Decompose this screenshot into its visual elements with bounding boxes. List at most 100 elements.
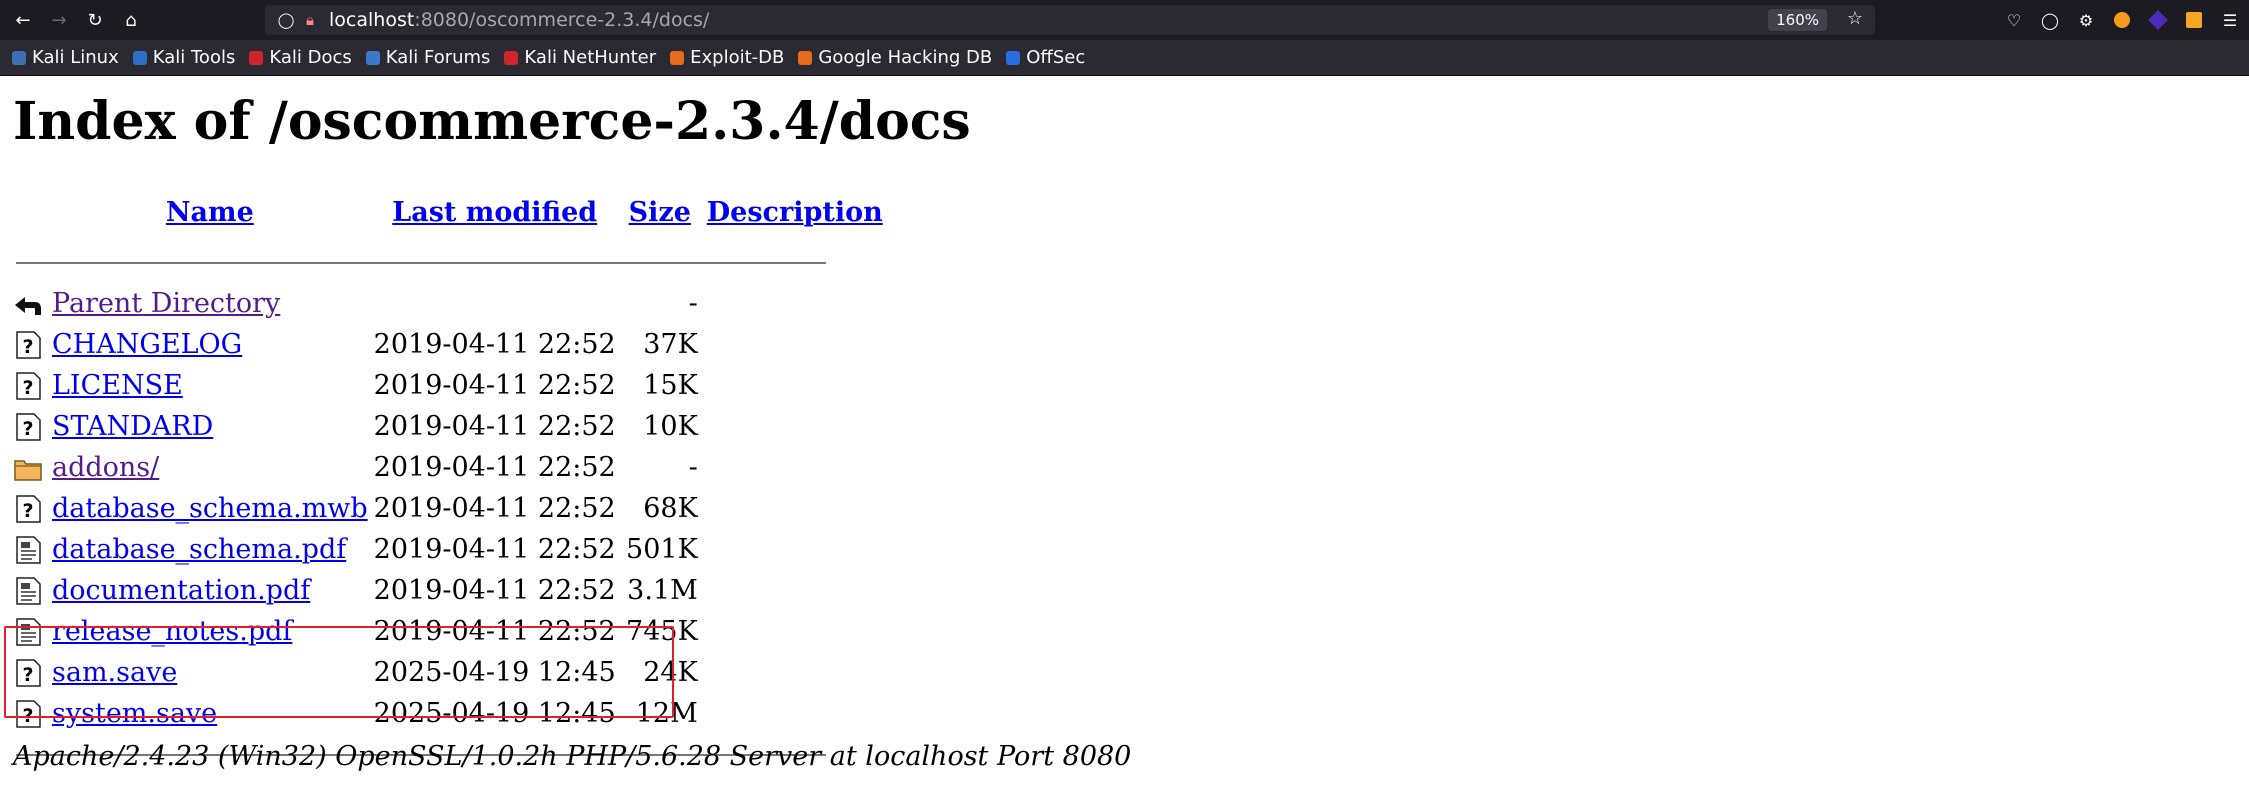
file-link[interactable]: Parent Directory [52, 288, 280, 319]
bookmark-label: Exploit-DB [690, 47, 785, 68]
unknown-file-icon: ? [13, 412, 43, 442]
file-link[interactable]: CHANGELOG [52, 329, 242, 360]
row-description-cell [701, 652, 889, 693]
reload-icon[interactable]: ↻ [80, 5, 110, 35]
url-text[interactable]: localhost:8080/oscommerce-2.3.4/docs/ [329, 9, 709, 31]
extension-purple-icon[interactable] [2147, 9, 2169, 31]
bookmark-star-icon[interactable]: ☆ [1847, 8, 1863, 29]
document-layout-icon [13, 576, 43, 606]
row-name-cell: database_schema.pdf [49, 529, 371, 570]
file-link[interactable]: database_schema.mwb [52, 493, 368, 524]
extensions-icon[interactable]: ⚙ [2075, 9, 2097, 31]
bookmark-offsec[interactable]: OffSec [1006, 47, 1085, 68]
table-row: ? database_schema.mwb 2019-04-11 22:52 68K [13, 488, 889, 529]
sort-by-size-link[interactable]: Size [629, 197, 691, 228]
file-link[interactable]: system.save [52, 698, 217, 729]
row-size-cell: 10K [643, 411, 698, 442]
row-name-cell: sam.save [49, 652, 371, 693]
tracking-shield-icon[interactable]: ◯ [275, 11, 297, 29]
bookmark-kali-tools[interactable]: Kali Tools [132, 47, 235, 68]
bookmark-favicon-icon [670, 50, 685, 65]
bookmark-label: Kali Forums [385, 47, 491, 68]
row-description-cell [701, 570, 889, 611]
url-bar[interactable]: ◯ 🔒︎ localhost:8080/oscommerce-2.3.4/doc… [265, 5, 1875, 35]
bookmark-favicon-icon [249, 50, 264, 65]
row-name-cell: Parent Directory [49, 283, 371, 324]
file-link[interactable]: release_notes.pdf [52, 616, 292, 647]
svg-text:?: ? [22, 377, 33, 399]
zoom-level-badge[interactable]: 160% [1768, 9, 1827, 31]
page-content: Index of /oscommerce-2.3.4/docs Name Las… [0, 77, 2249, 797]
bookmark-favicon-icon [798, 50, 813, 65]
header-size: Size [619, 182, 701, 242]
file-link[interactable]: STANDARD [52, 411, 213, 442]
divider-line [16, 261, 826, 264]
bookmark-kali-docs[interactable]: Kali Docs [249, 47, 352, 68]
row-name-cell: database_schema.mwb [49, 488, 371, 529]
row-size-cell: 24K [643, 657, 698, 688]
file-link[interactable]: addons/ [52, 452, 159, 483]
row-modified-cell [371, 283, 619, 324]
table-row: documentation.pdf 2019-04-11 22:52 3.1M [13, 570, 889, 611]
forward-arrow-icon[interactable]: → [44, 5, 74, 35]
row-description-cell [701, 693, 889, 734]
sort-by-description-link[interactable]: Description [707, 197, 883, 228]
row-size-cell: 501K [626, 534, 698, 565]
table-row: Parent Directory - [13, 283, 889, 324]
page-title: Index of /oscommerce-2.3.4/docs [13, 91, 971, 152]
server-signature: Apache/2.4.23 (Win32) OpenSSL/1.0.2h PHP… [13, 741, 1132, 772]
bookmark-google-hacking-db[interactable]: Google Hacking DB [798, 47, 992, 68]
row-modified-cell: 2025-04-19 12:45 [373, 698, 616, 729]
row-description-cell [701, 406, 889, 447]
toolbar-right-icons: ♡ ◯ ⚙ ☰ [2003, 5, 2241, 35]
row-name-cell: documentation.pdf [49, 570, 371, 611]
row-modified-cell: 2019-04-11 22:52 [373, 493, 616, 524]
row-size-cell: 68K [643, 493, 698, 524]
browser-toolbar: ← → ↻ ⌂ ◯ 🔒︎ localhost:8080/oscommerce-2… [0, 0, 2249, 40]
home-icon[interactable]: ⌂ [116, 5, 146, 35]
account-icon[interactable]: ◯ [2039, 9, 2061, 31]
menu-icon[interactable]: ☰ [2219, 9, 2241, 31]
pocket-icon[interactable]: ♡ [2003, 9, 2025, 31]
document-layout-icon [13, 617, 43, 647]
unknown-file-icon: ? [13, 658, 43, 688]
foxyproxy-icon[interactable] [2111, 9, 2133, 31]
bookmark-kali-linux[interactable]: Kali Linux [12, 47, 119, 68]
svg-text:?: ? [22, 336, 33, 358]
file-link[interactable]: database_schema.pdf [52, 534, 346, 565]
sort-by-modified-link[interactable]: Last modified [392, 197, 597, 228]
bookmark-favicon-icon [365, 50, 380, 65]
bookmark-kali-nethunter[interactable]: Kali NetHunter [504, 47, 656, 68]
bookmark-kali-forums[interactable]: Kali Forums [365, 47, 491, 68]
row-icon-cell [13, 570, 49, 611]
header-description: Description [701, 182, 889, 242]
row-name-cell: system.save [49, 693, 371, 734]
bookmark-label: Kali Linux [32, 47, 119, 68]
row-name-cell: STANDARD [49, 406, 371, 447]
table-header-row: Name Last modified Size Description [13, 182, 889, 242]
bookmark-exploit-db[interactable]: Exploit-DB [670, 47, 784, 68]
extension-orange-icon[interactable] [2183, 9, 2205, 31]
back-arrow-icon[interactable]: ← [8, 5, 38, 35]
lock-icon[interactable]: 🔒︎ [299, 11, 321, 29]
row-modified-cell: 2019-04-11 22:52 [373, 534, 616, 565]
row-modified-cell: 2019-04-11 22:52 [373, 329, 616, 360]
svg-text:?: ? [22, 705, 33, 727]
bookmark-label: OffSec [1026, 47, 1086, 68]
file-link[interactable]: documentation.pdf [52, 575, 310, 606]
row-modified-cell: 2019-04-11 22:52 [373, 370, 616, 401]
svg-text:?: ? [22, 664, 33, 686]
directory-listing-table: Name Last modified Size Description Pare… [13, 182, 889, 775]
unknown-file-icon: ? [13, 494, 43, 524]
file-link[interactable]: sam.save [52, 657, 177, 688]
row-modified-cell: 2019-04-11 22:52 [373, 411, 616, 442]
header-divider [13, 242, 889, 283]
sort-by-name-link[interactable]: Name [166, 197, 254, 228]
row-size-cell: 15K [643, 370, 698, 401]
table-row: addons/2019-04-11 22:52 - [13, 447, 889, 488]
bookmark-label: Google Hacking DB [818, 47, 993, 68]
file-link[interactable]: LICENSE [52, 370, 183, 401]
row-icon-cell: ? [13, 406, 49, 447]
row-icon-cell: ? [13, 324, 49, 365]
folder-icon [13, 453, 43, 483]
